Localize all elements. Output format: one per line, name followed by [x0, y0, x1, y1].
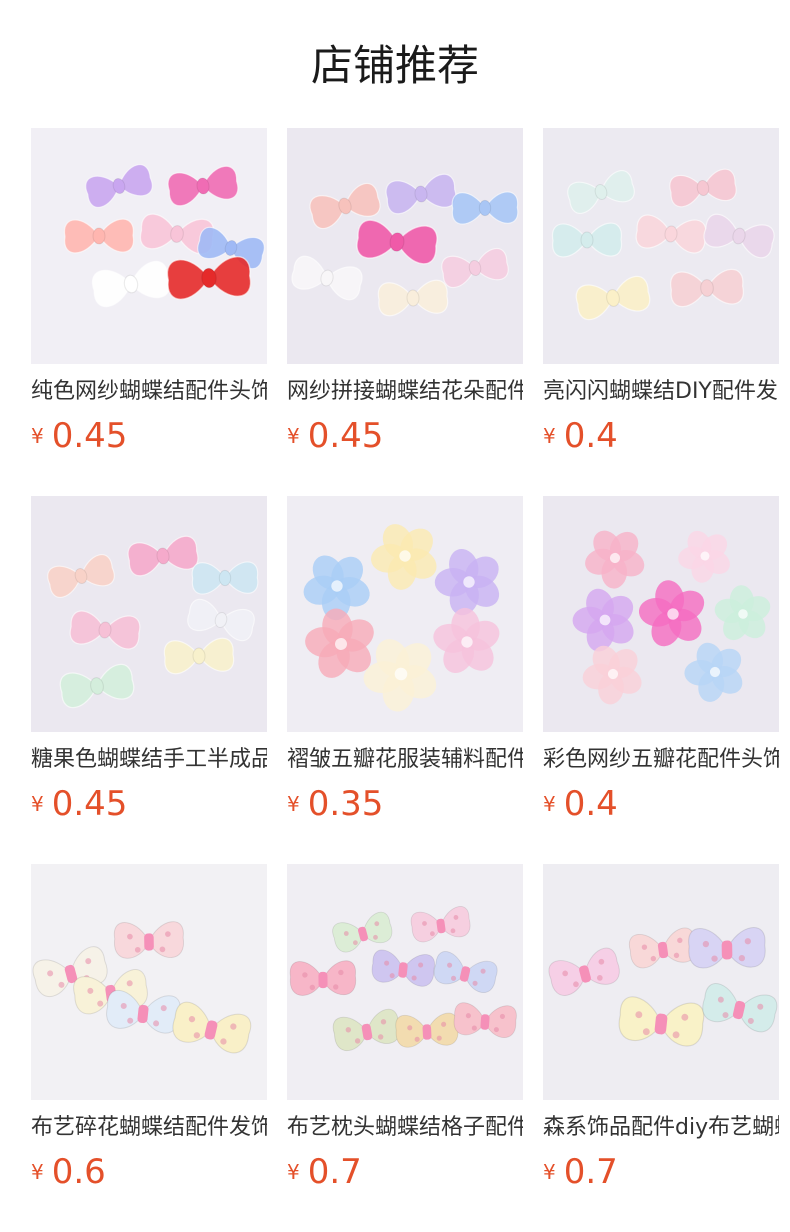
product-price: ¥0.45: [31, 786, 267, 822]
product-card[interactable]: 彩色网纱五瓣花配件头饰 ¥0.4: [543, 496, 779, 822]
product-price: ¥0.4: [543, 786, 779, 822]
product-card[interactable]: 亮闪闪蝴蝶结DIY配件发夹 ¥0.4: [543, 128, 779, 454]
product-image[interactable]: [31, 496, 267, 732]
product-name[interactable]: 亮闪闪蝴蝶结DIY配件发夹: [543, 376, 779, 408]
currency-symbol: ¥: [543, 792, 556, 816]
currency-symbol: ¥: [543, 424, 556, 448]
product-name[interactable]: 彩色网纱五瓣花配件头饰: [543, 744, 779, 776]
product-name[interactable]: 网纱拼接蝴蝶结花朵配件: [287, 376, 523, 408]
product-image[interactable]: [287, 128, 523, 364]
product-price: ¥0.35: [287, 786, 523, 822]
currency-symbol: ¥: [31, 792, 44, 816]
product-image[interactable]: [31, 864, 267, 1100]
product-card[interactable]: 褶皱五瓣花服装辅料配件 ¥0.35: [287, 496, 523, 822]
currency-symbol: ¥: [543, 1160, 556, 1184]
product-card[interactable]: 布艺枕头蝴蝶结格子配件 ¥0.7: [287, 864, 523, 1190]
product-image[interactable]: [287, 864, 523, 1100]
currency-symbol: ¥: [31, 1160, 44, 1184]
currency-symbol: ¥: [287, 424, 300, 448]
page-title: 店铺推荐: [310, 41, 479, 90]
product-price: ¥0.4: [543, 418, 779, 454]
product-name[interactable]: 糖果色蝴蝶结手工半成品配件: [31, 744, 267, 776]
price-amount: 0.35: [307, 784, 384, 824]
price-amount: 0.7: [307, 1152, 362, 1192]
price-amount: 0.45: [51, 416, 128, 456]
price-amount: 0.4: [563, 784, 618, 824]
product-image[interactable]: [31, 128, 267, 364]
product-card[interactable]: 网纱拼接蝴蝶结花朵配件 ¥0.45: [287, 128, 523, 454]
price-amount: 0.45: [307, 416, 384, 456]
product-image[interactable]: [287, 496, 523, 732]
product-card[interactable]: 糖果色蝴蝶结手工半成品配件 ¥0.45: [31, 496, 267, 822]
product-name[interactable]: 布艺枕头蝴蝶结格子配件: [287, 1112, 523, 1144]
product-name[interactable]: 褶皱五瓣花服装辅料配件: [287, 744, 523, 776]
price-amount: 0.6: [51, 1152, 106, 1192]
product-price: ¥0.7: [543, 1154, 779, 1190]
currency-symbol: ¥: [287, 792, 300, 816]
product-image[interactable]: [543, 864, 779, 1100]
product-name[interactable]: 纯色网纱蝴蝶结配件头饰材料: [31, 376, 267, 408]
currency-symbol: ¥: [287, 1160, 300, 1184]
product-price: ¥0.6: [31, 1154, 267, 1190]
product-card[interactable]: 森系饰品配件diy布艺蝴蝶结 ¥0.7: [543, 864, 779, 1190]
price-amount: 0.7: [563, 1152, 618, 1192]
product-price: ¥0.45: [287, 418, 523, 454]
product-card[interactable]: 布艺碎花蝴蝶结配件发饰 ¥0.6: [31, 864, 267, 1190]
product-image[interactable]: [543, 496, 779, 732]
price-amount: 0.4: [563, 416, 618, 456]
product-name[interactable]: 布艺碎花蝴蝶结配件发饰: [31, 1112, 267, 1144]
product-image[interactable]: [543, 128, 779, 364]
product-name[interactable]: 森系饰品配件diy布艺蝴蝶结: [543, 1112, 779, 1144]
price-amount: 0.45: [51, 784, 128, 824]
product-card[interactable]: 纯色网纱蝴蝶结配件头饰材料 ¥0.45: [31, 128, 267, 454]
product-price: ¥0.7: [287, 1154, 523, 1190]
currency-symbol: ¥: [31, 424, 44, 448]
product-price: ¥0.45: [31, 418, 267, 454]
